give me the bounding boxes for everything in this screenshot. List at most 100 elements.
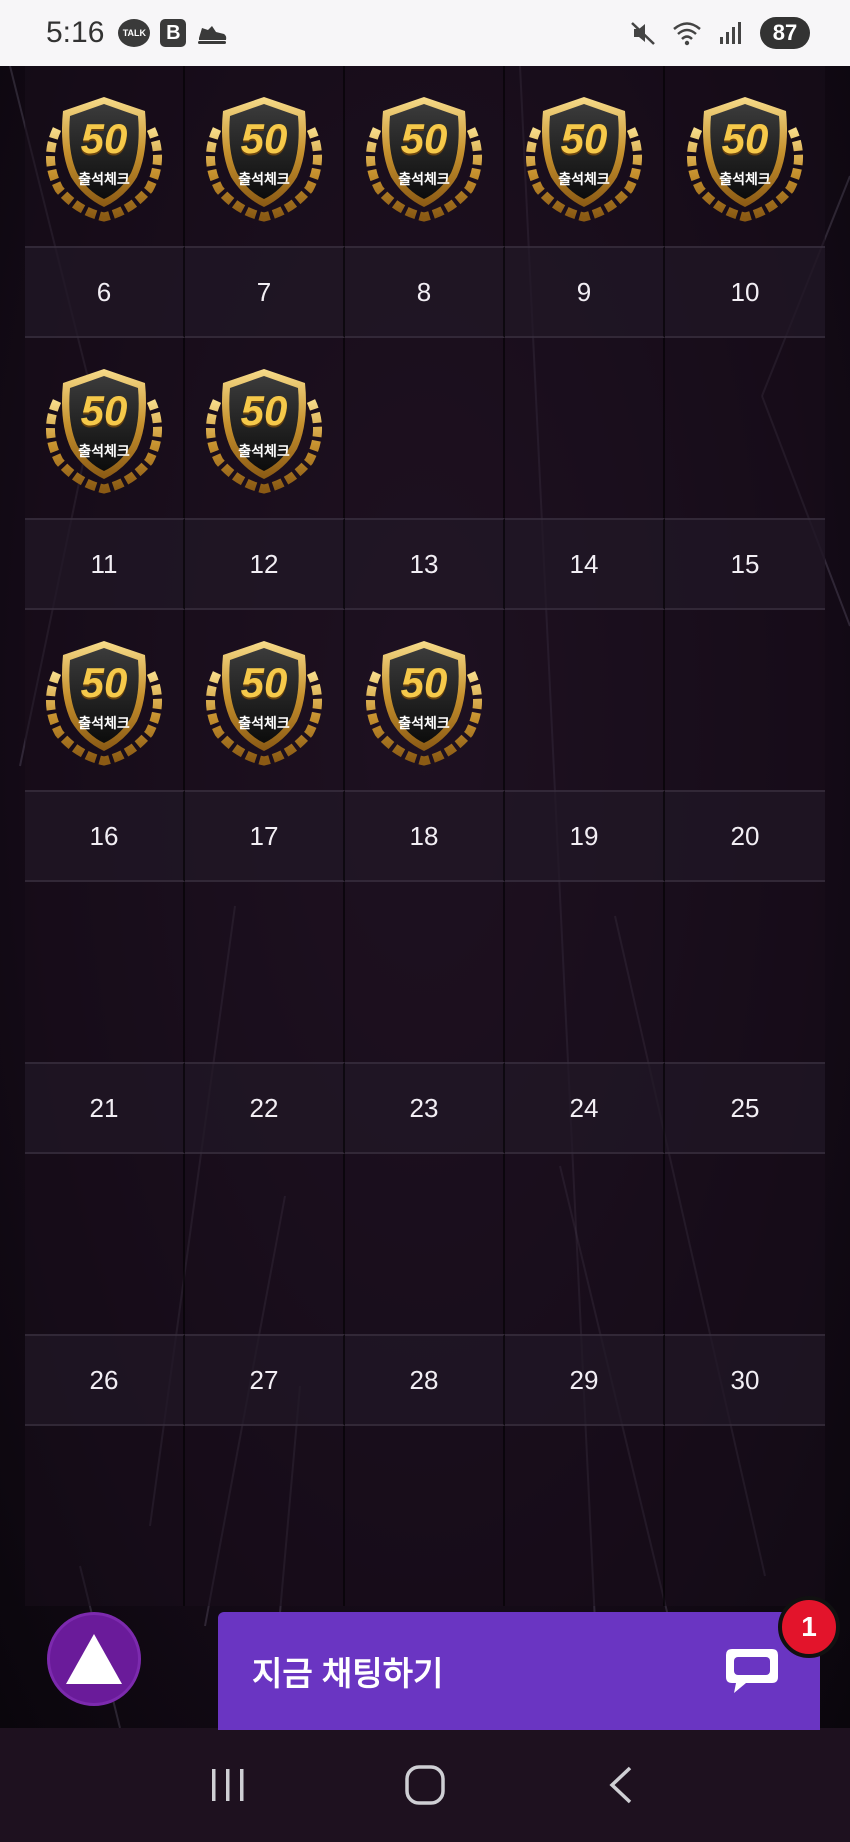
badge-caption: 출석체크 xyxy=(78,715,130,731)
calendar-date: 20 xyxy=(665,790,825,882)
calendar-stamp-cell xyxy=(665,882,825,1062)
calendar-date: 11 xyxy=(25,518,185,610)
calendar-date-row: 16 17 18 19 20 xyxy=(25,790,825,882)
recent-apps-button[interactable] xyxy=(198,1755,258,1815)
calendar-stamp-cell xyxy=(25,1426,185,1606)
b-app-icon: B xyxy=(160,19,187,47)
badge-number: 50 xyxy=(721,115,769,162)
status-bar: 5:16 TALK B 87 xyxy=(0,0,850,66)
wifi-icon xyxy=(673,22,701,46)
back-button[interactable] xyxy=(592,1755,652,1815)
attendance-stamp: 50 출석체크 xyxy=(37,633,171,767)
calendar-stamp-cell xyxy=(185,882,345,1062)
calendar-date: 14 xyxy=(505,518,665,610)
calendar-stamp-cell xyxy=(345,338,505,518)
calendar-date-row: 21 22 23 24 25 xyxy=(25,1062,825,1154)
badge-number: 50 xyxy=(240,387,288,434)
badge-number: 50 xyxy=(400,115,448,162)
calendar-stamp-cell: 50 출석체크 xyxy=(25,610,185,790)
attendance-stamp: 50 출석체크 xyxy=(197,633,331,767)
calendar-date: 8 xyxy=(345,246,505,338)
calendar-date: 7 xyxy=(185,246,345,338)
calendar-stamp-cell xyxy=(505,1426,665,1606)
calendar-stamp-cell xyxy=(505,610,665,790)
badge-caption: 출석체크 xyxy=(398,171,450,187)
calendar-stamp-cell xyxy=(25,1154,185,1334)
kakaotalk-icon: TALK xyxy=(118,19,151,47)
calendar-stamp-cell xyxy=(345,1426,505,1606)
back-icon xyxy=(609,1766,631,1804)
calendar-stamp-cell: 50 출석체크 xyxy=(185,338,345,518)
calendar-stamp-cell: 50 출석체크 xyxy=(505,66,665,246)
badge-caption: 출석체크 xyxy=(558,171,610,187)
badge-number: 50 xyxy=(560,115,608,162)
chat-notification-badge: 1 xyxy=(778,1596,840,1658)
badge-caption: 출석체크 xyxy=(238,715,290,731)
calendar-date: 21 xyxy=(25,1062,185,1154)
calendar-stamp-cell: 50 출석체크 xyxy=(345,610,505,790)
calendar-stamp-row: 50 출석체크 50 출석체크 50 출석체크 50 출석체크 50 출석체크 xyxy=(25,66,825,246)
clock: 5:16 xyxy=(46,16,105,49)
calendar-stamp-cell: 50 출석체크 xyxy=(185,66,345,246)
status-bar-right: 87 xyxy=(628,17,810,49)
calendar-date: 17 xyxy=(185,790,345,882)
attendance-stamp: 50 출석체크 xyxy=(37,89,171,223)
attendance-stamp: 50 출석체크 xyxy=(517,89,651,223)
calendar-date: 18 xyxy=(345,790,505,882)
chat-bubble-icon xyxy=(726,1649,778,1693)
badge-number: 50 xyxy=(240,659,288,706)
chat-now-label: 지금 채팅하기 xyxy=(252,1655,444,1692)
system-navigation-bar xyxy=(0,1728,850,1842)
calendar-date-row: 6 7 8 9 10 xyxy=(25,246,825,338)
calendar-date: 12 xyxy=(185,518,345,610)
badge-caption: 출석체크 xyxy=(238,171,290,187)
calendar-stamp-cell xyxy=(665,338,825,518)
calendar-date: 29 xyxy=(505,1334,665,1426)
calendar-date: 26 xyxy=(25,1334,185,1426)
calendar-stamp-row xyxy=(25,1154,825,1334)
attendance-page[interactable]: 50 출석체크 50 출석체크 50 출석체크 50 출석체크 50 출석체크 6 7 8 9 10 50 출석… xyxy=(0,66,850,1728)
calendar-date: 9 xyxy=(505,246,665,338)
calendar-date: 6 xyxy=(25,246,185,338)
attendance-stamp: 50 출석체크 xyxy=(678,89,812,223)
calendar-stamp-cell xyxy=(25,882,185,1062)
battery-indicator: 87 xyxy=(760,17,810,49)
triangle-up-icon xyxy=(66,1634,122,1684)
scroll-to-top-button[interactable] xyxy=(47,1612,141,1706)
calendar-stamp-row: 50 출석체크 50 출석체크 50 출석체크 xyxy=(25,610,825,790)
calendar-stamp-cell xyxy=(505,882,665,1062)
calendar-date: 13 xyxy=(345,518,505,610)
calendar-stamp-row xyxy=(25,882,825,1062)
shoe-icon xyxy=(198,26,227,44)
calendar-stamp-cell: 50 출석체크 xyxy=(185,610,345,790)
calendar-stamp-cell xyxy=(665,1426,825,1606)
calendar-date: 15 xyxy=(665,518,825,610)
calendar-date: 24 xyxy=(505,1062,665,1154)
calendar-date: 19 xyxy=(505,790,665,882)
badge-number: 50 xyxy=(240,115,288,162)
calendar-stamp-cell: 50 출석체크 xyxy=(25,338,185,518)
attendance-stamp: 50 출석체크 xyxy=(197,89,331,223)
calendar-stamp-cell: 50 출석체크 xyxy=(25,66,185,246)
calendar-stamp-row: 50 출석체크 50 출석체크 xyxy=(25,338,825,518)
home-button[interactable] xyxy=(395,1755,455,1815)
calendar-stamp-cell xyxy=(505,1154,665,1334)
talk-label: TALK xyxy=(122,28,147,38)
calendar-date: 23 xyxy=(345,1062,505,1154)
calendar-stamp-cell xyxy=(185,1426,345,1606)
badge-caption: 출석체크 xyxy=(78,171,130,187)
chat-now-button[interactable]: 지금 채팅하기 xyxy=(218,1612,820,1730)
mute-icon xyxy=(631,22,655,45)
recent-apps-icon xyxy=(212,1769,244,1801)
badge-caption: 출석체크 xyxy=(398,715,450,731)
calendar-stamp-row xyxy=(25,1426,825,1606)
calendar-stamp-cell: 50 출석체크 xyxy=(345,66,505,246)
badge-number: 50 xyxy=(80,659,128,706)
attendance-stamp: 50 출석체크 xyxy=(197,361,331,495)
badge-number: 50 xyxy=(80,387,128,434)
calendar-date-row: 26 27 28 29 30 xyxy=(25,1334,825,1426)
calendar-stamp-cell xyxy=(185,1154,345,1334)
calendar-date: 22 xyxy=(185,1062,345,1154)
attendance-calendar: 50 출석체크 50 출석체크 50 출석체크 50 출석체크 50 출석체크 6 7 8 9 10 50 출석… xyxy=(25,66,825,1606)
calendar-stamp-cell xyxy=(665,1154,825,1334)
